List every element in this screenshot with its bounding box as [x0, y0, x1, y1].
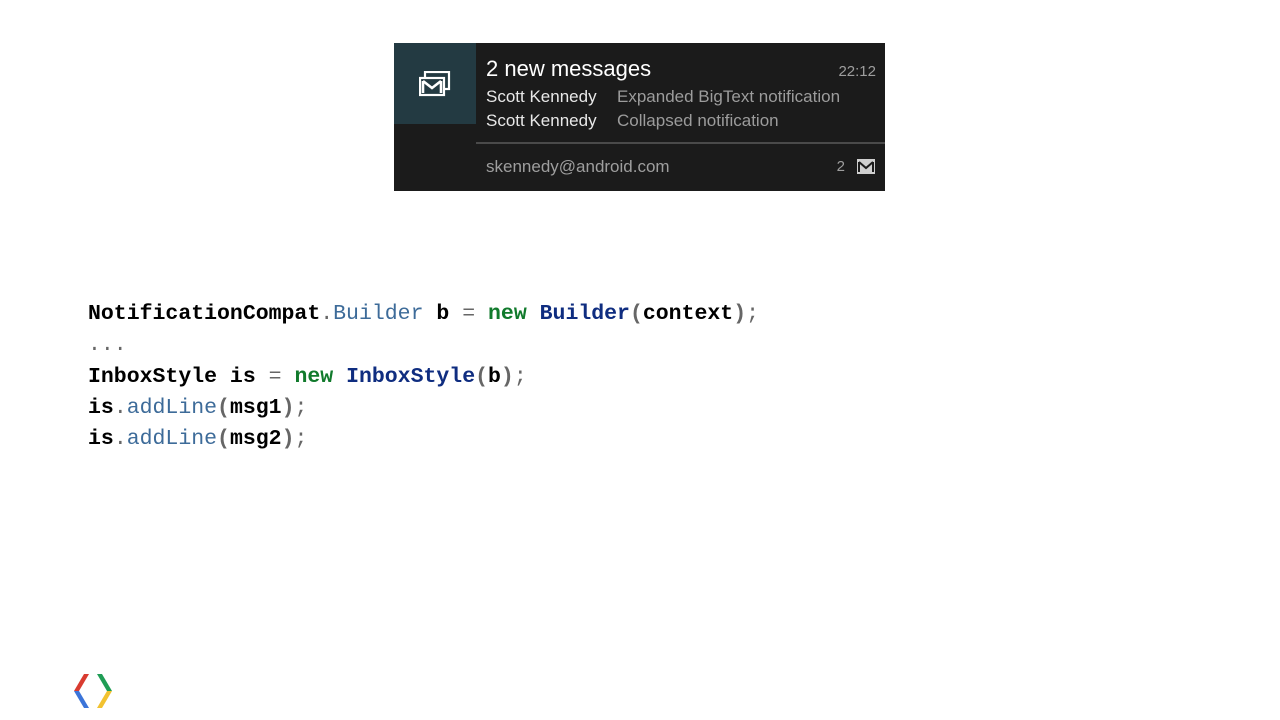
notification-card[interactable]: 2 new messages 22:12 Scott Kennedy Expand…: [394, 43, 885, 191]
code-token: (: [629, 302, 643, 326]
code-token: Builder: [333, 302, 424, 326]
code-token: (: [475, 364, 489, 389]
code-line: is.addLine(msg2);: [88, 424, 759, 455]
code-token: .: [320, 302, 334, 326]
code-method: addLine: [126, 427, 218, 452]
code-token: =: [268, 364, 282, 389]
code-token: b: [488, 364, 501, 389]
code-method: addLine: [126, 395, 218, 420]
code-token: ...: [88, 333, 127, 358]
code-token: (: [217, 395, 230, 420]
code-token: NotificationCompat: [88, 302, 321, 326]
notification-line-message: Collapsed notification: [617, 111, 779, 130]
code-token: =: [462, 302, 476, 326]
notification-line-sender: Scott Kennedy: [486, 111, 597, 130]
gmail-stack-icon: [419, 70, 451, 96]
code-keyword: new: [294, 364, 334, 389]
code-type: InboxStyle: [346, 364, 476, 389]
code-line: NotificationCompat.Builder b = new Build…: [88, 299, 759, 330]
notification-account: skennedy@android.com: [486, 157, 670, 176]
notification-divider: [476, 142, 885, 144]
code-token: (: [217, 427, 230, 452]
notification-line-sender: Scott Kennedy: [486, 87, 597, 106]
code-token: b: [423, 302, 463, 326]
google-developers-logo: [74, 674, 112, 708]
code-token: ;: [294, 395, 308, 420]
code-token: .: [113, 427, 127, 452]
notification-line-message: Expanded BigText notification: [617, 87, 841, 106]
code-token: is: [88, 395, 114, 420]
code-line: InboxStyle is = new InboxStyle(b);: [88, 362, 759, 393]
mail-icon: [857, 159, 875, 174]
code-token: ;: [746, 302, 760, 326]
code-token: InboxStyle is: [88, 364, 269, 389]
code-token: is: [88, 427, 114, 452]
code-token: ): [281, 395, 295, 420]
code-line: ...: [88, 330, 759, 361]
code-line: is.addLine(msg1);: [88, 393, 759, 424]
code-token: ;: [513, 364, 527, 389]
notification-line: Scott Kennedy Collapsed notification: [486, 110, 779, 132]
code-token: ;: [294, 427, 308, 452]
notification-count: 2: [836, 158, 845, 175]
code-block: NotificationCompat.Builder b = new Build…: [88, 299, 759, 455]
code-keyword: new: [488, 302, 527, 326]
notification-line: Scott Kennedy Expanded BigText notificati…: [486, 86, 840, 108]
code-token: ): [281, 427, 295, 452]
code-token: ): [733, 302, 747, 326]
code-token: msg1: [229, 395, 282, 420]
notification-title: 2 new messages: [486, 56, 652, 81]
code-token: msg2: [229, 427, 282, 452]
code-token: .: [113, 395, 127, 420]
code-token: context: [642, 302, 734, 326]
code-type: Builder: [539, 302, 630, 326]
notification-time: 22:12: [838, 63, 876, 80]
code-token: ): [500, 364, 514, 389]
notification-app-icon-box: [394, 43, 476, 124]
